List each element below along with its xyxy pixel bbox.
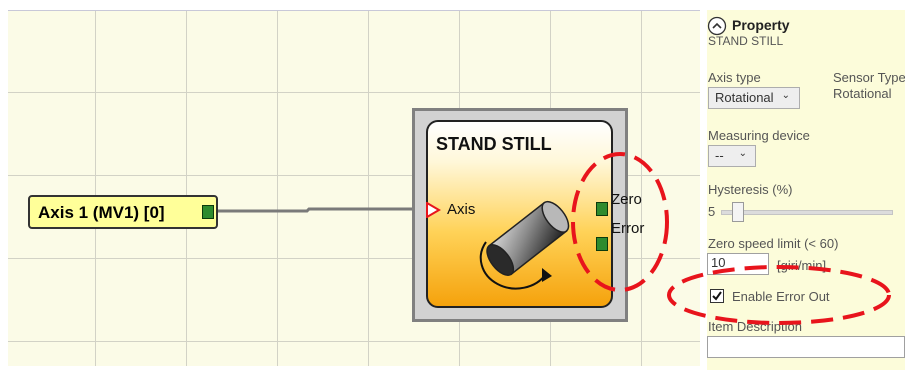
panel-subtitle: STAND STILL	[708, 34, 784, 48]
rotating-cylinder-icon	[479, 200, 570, 290]
zero-output-label: Zero	[611, 191, 642, 208]
zero-speed-unit: [giri/min]	[777, 258, 827, 273]
axis-type-label: Axis type	[708, 70, 761, 85]
collapse-chevron-icon[interactable]	[707, 16, 727, 36]
hysteresis-value: 5	[708, 204, 716, 219]
enable-error-out-checkbox[interactable]	[710, 289, 724, 303]
axis-input-label: Axis	[447, 201, 476, 218]
axis-input-block[interactable]: Axis 1 (MV1) [0]	[28, 195, 218, 229]
chevron-down-icon: ⌄	[781, 90, 790, 101]
hysteresis-label: Hysteresis (%)	[708, 182, 793, 197]
measuring-device-value: --	[715, 148, 724, 163]
measuring-device-select[interactable]: -- ⌄	[708, 145, 756, 167]
zero-speed-limit-label: Zero speed limit (< 60)	[708, 236, 839, 251]
measuring-device-label: Measuring device	[708, 128, 810, 143]
hysteresis-slider-track[interactable]	[721, 210, 893, 215]
error-output-label: Error	[611, 220, 645, 237]
error-output-port[interactable]	[596, 237, 608, 251]
block-title: STAND STILL	[436, 134, 552, 154]
sensor-type-value: Rotational	[833, 86, 892, 101]
hysteresis-slider-thumb[interactable]	[732, 202, 744, 222]
axis-type-value: Rotational	[715, 90, 774, 105]
item-description-label: Item Description	[708, 319, 802, 334]
sensor-type-label: Sensor Type	[833, 70, 905, 85]
chevron-down-icon: ⌄	[738, 148, 747, 159]
zero-speed-limit-input[interactable]: 10	[707, 253, 769, 275]
input-arrow-icon[interactable]	[426, 202, 442, 218]
axis-block-label: Axis 1 (MV1) [0]	[38, 203, 165, 222]
zero-output-port[interactable]	[596, 202, 608, 216]
item-description-input[interactable]	[707, 336, 905, 358]
zero-speed-limit-value: 10	[711, 255, 726, 270]
axis-output-port[interactable]	[202, 205, 214, 219]
connection-wire[interactable]	[217, 200, 432, 220]
axis-type-select[interactable]: Rotational ⌄	[708, 87, 800, 109]
property-panel: Property STAND STILL Axis type Rotationa…	[707, 10, 905, 370]
enable-error-out-label: Enable Error Out	[732, 289, 830, 304]
check-icon	[712, 291, 722, 301]
panel-title: Property	[732, 17, 790, 33]
